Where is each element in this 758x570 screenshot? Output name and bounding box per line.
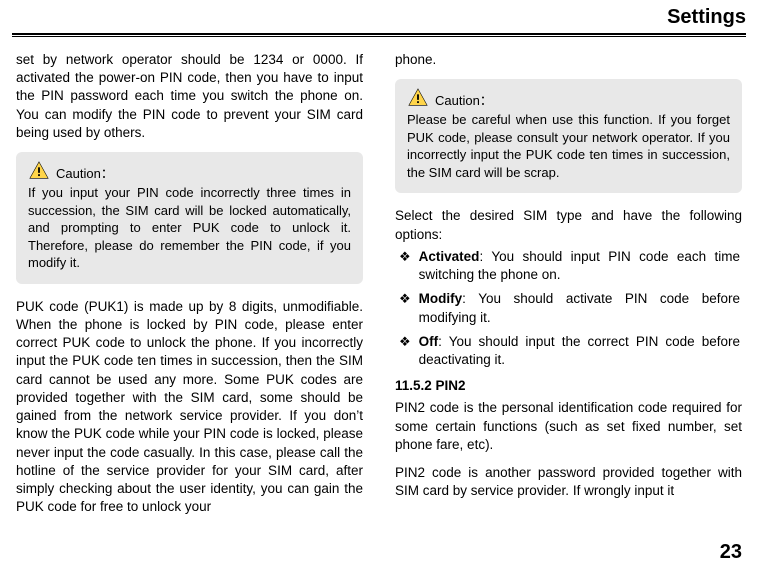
caution-label: Caution： xyxy=(435,92,493,110)
paragraph: phone. xyxy=(395,51,742,69)
option-label: Activated xyxy=(419,249,480,264)
header-rule-thin xyxy=(12,36,746,37)
caution-icon xyxy=(407,87,429,109)
caution-text: If you input your PIN code incorrectly t… xyxy=(28,184,351,272)
page-number: 23 xyxy=(720,541,742,564)
options-list: ❖ Activated: You should input PIN code e… xyxy=(395,248,742,369)
content-columns: set by network operator should be 1234 o… xyxy=(0,51,758,526)
caution-head: Caution： xyxy=(407,87,730,109)
list-item: ❖ Modify: You should activate PIN code b… xyxy=(395,290,742,326)
header-title: Settings xyxy=(667,6,746,28)
list-item: ❖ Off: You should input the correct PIN … xyxy=(395,333,742,369)
paragraph: set by network operator should be 1234 o… xyxy=(16,51,363,142)
caution-head: Caution： xyxy=(28,160,351,182)
paragraph: Select the desired SIM type and have the… xyxy=(395,207,742,243)
paragraph: PUK code (PUK1) is made up by 8 digits, … xyxy=(16,298,363,517)
caution-icon xyxy=(28,160,50,182)
caution-label: Caution： xyxy=(56,165,114,183)
option-text: : You should activate PIN code before mo… xyxy=(419,291,740,324)
page-header: Settings xyxy=(0,0,758,31)
header-rule-thick xyxy=(12,33,746,35)
caution-box: Caution： Please be careful when use this… xyxy=(395,79,742,193)
option-label: Modify xyxy=(419,291,463,306)
column-right: phone. Caution： Please be careful when u… xyxy=(395,51,742,526)
bullet-icon: ❖ xyxy=(399,290,411,326)
option-label: Off xyxy=(419,334,439,349)
bullet-icon: ❖ xyxy=(399,333,411,369)
caution-text: Please be careful when use this function… xyxy=(407,111,730,181)
column-left: set by network operator should be 1234 o… xyxy=(16,51,363,526)
paragraph: PIN2 code is the personal identification… xyxy=(395,399,742,454)
option-text: : You should input the correct PIN code … xyxy=(419,334,740,367)
list-item: ❖ Activated: You should input PIN code e… xyxy=(395,248,742,284)
caution-box: Caution： If you input your PIN code inco… xyxy=(16,152,363,284)
bullet-icon: ❖ xyxy=(399,248,411,284)
section-heading: 11.5.2 PIN2 xyxy=(395,377,742,395)
paragraph: PIN2 code is another password provided t… xyxy=(395,464,742,500)
